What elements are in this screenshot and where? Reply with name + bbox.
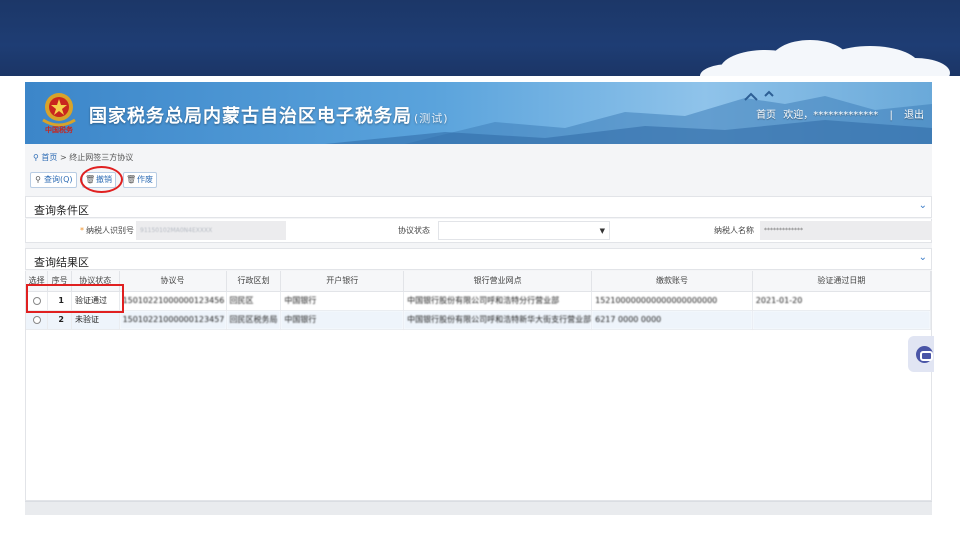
table-header-row: 选择 序号 协议状态 协议号 行政区划 开户银行 银行营业网点 缴款账号 验证通… <box>26 271 932 292</box>
location-pin-icon: ⚲ <box>33 153 39 162</box>
chevron-down-icon[interactable]: ⌄ <box>919 252 927 263</box>
breadcrumb: ⚲ 首页 > 终止网签三方协议 <box>33 152 133 163</box>
bottom-scrollbar[interactable] <box>25 501 932 515</box>
chevron-down-icon[interactable]: ⌄ <box>919 200 927 211</box>
welcome-text: 欢迎， <box>783 110 814 121</box>
taxpayer-name-label: 纳税人名称 <box>714 226 754 235</box>
breadcrumb-home[interactable]: 首页 <box>41 153 57 162</box>
region: 回民区税务局 <box>226 310 282 330</box>
caret-down-icon: ▼ <box>599 227 605 235</box>
agreement-number: 15010221000000123456 <box>119 291 227 311</box>
home-link[interactable]: 首页 <box>756 110 776 121</box>
result-section-header[interactable]: 查询结果区 ⌄ <box>25 248 932 270</box>
slide: 中国税务 国家税务总局内蒙古自治区电子税务局 (测试) 首页 欢迎，*******… <box>0 0 960 540</box>
result-table-container: 选择 序号 协议状态 协议号 行政区划 开户银行 银行营业网点 缴款账号 验证通… <box>25 271 932 501</box>
column-header[interactable]: 协议号 <box>119 271 227 292</box>
tax-emblem-icon: 中国税务 <box>39 90 79 136</box>
link-separator: | <box>889 110 893 121</box>
breadcrumb-separator: > <box>59 153 67 162</box>
logout-link[interactable]: 退出 <box>904 110 924 121</box>
column-header[interactable]: 开户银行 <box>280 271 405 292</box>
verify-date: 2021-01-20 <box>752 291 932 311</box>
emblem-caption: 中国税务 <box>45 126 73 134</box>
column-header[interactable]: 行政区划 <box>226 271 282 292</box>
taxpayer-name-value: ************* <box>764 227 803 234</box>
required-star: * <box>80 226 84 235</box>
verify-date <box>752 310 932 330</box>
status-label: 协议状态 <box>398 226 430 235</box>
annotation-circle <box>80 166 123 193</box>
app-title: 国家税务总局内蒙古自治区电子税务局 (测试) <box>89 102 449 128</box>
table-row[interactable]: 1 验证通过 15010221000000123456 回民区 中国银行 中国银… <box>26 291 932 311</box>
query-button[interactable]: ⚲ 查询(Q) <box>30 172 77 188</box>
taxpayer-id-field[interactable]: 91150102MA0N4EXXXX <box>136 221 286 240</box>
breadcrumb-current: 终止网签三方协议 <box>69 153 134 162</box>
query-form-row: * 纳税人识别号 91150102MA0N4EXXXX 协议状态 ▼ 纳税人名称 … <box>25 219 932 243</box>
column-header[interactable]: 银行营业网点 <box>403 271 593 292</box>
table-row[interactable]: 2 未验证 15010221000000123457 回民区税务局 中国银行 中… <box>26 310 932 330</box>
account-number: 6217 0000 0000 <box>591 310 753 330</box>
slide-banner <box>0 0 960 76</box>
account-number: 152100000000000000000000 <box>591 291 753 311</box>
bank-branch: 中国银行股份有限公司呼和浩特新华大街支行营业部 <box>403 310 593 330</box>
region: 回民区 <box>226 291 282 311</box>
query-section-header[interactable]: 查询条件区 ⌄ <box>25 196 932 218</box>
query-button-label: 查询(Q) <box>44 175 73 184</box>
top-links: 首页 欢迎，************* | 退出 <box>752 106 924 121</box>
taxpayer-id-label-text: 纳税人识别号 <box>86 226 134 235</box>
bank: 中国银行 <box>280 310 405 330</box>
column-header[interactable]: 缴款账号 <box>591 271 753 292</box>
void-button[interactable]: 🗑作废 <box>123 172 157 188</box>
app-header: 中国税务 国家税务总局内蒙古自治区电子税务局 (测试) 首页 欢迎，*******… <box>25 82 932 144</box>
annotation-rectangle <box>26 284 124 313</box>
agreement-number: 15010221000000123457 <box>119 310 227 330</box>
chat-icon <box>916 346 933 363</box>
column-header[interactable]: 验证通过日期 <box>752 271 932 292</box>
app-title-text: 国家税务总局内蒙古自治区电子税务局 <box>89 106 412 127</box>
result-table: 选择 序号 协议状态 协议号 行政区划 开户银行 银行营业网点 缴款账号 验证通… <box>26 271 932 330</box>
username: ************* <box>813 110 879 121</box>
search-icon: ⚲ <box>35 175 41 184</box>
chat-assistant-button[interactable] <box>908 336 934 372</box>
row-radio[interactable] <box>32 315 41 324</box>
void-button-label: 作废 <box>137 175 153 184</box>
result-section-title: 查询结果区 <box>34 256 89 269</box>
app-window: 中国税务 国家税务总局内蒙古自治区电子税务局 (测试) 首页 欢迎，*******… <box>25 82 932 515</box>
bank: 中国银行 <box>280 291 405 311</box>
app-title-suffix: (测试) <box>414 112 449 125</box>
taxpayer-id-value: 91150102MA0N4EXXXX <box>140 227 213 234</box>
toolbar: ⚲ 查询(Q) 🗑撤销 🗑作废 <box>25 168 932 192</box>
taxpayer-id-label: * 纳税人识别号 <box>66 225 134 236</box>
bank-branch: 中国银行股份有限公司呼和浩特分行营业部 <box>403 291 593 311</box>
taxpayer-name-field[interactable]: ************* <box>760 221 932 240</box>
query-section-title: 查询条件区 <box>34 204 89 217</box>
status-select[interactable]: ▼ <box>438 221 610 240</box>
trash-icon: 🗑 <box>126 175 137 184</box>
